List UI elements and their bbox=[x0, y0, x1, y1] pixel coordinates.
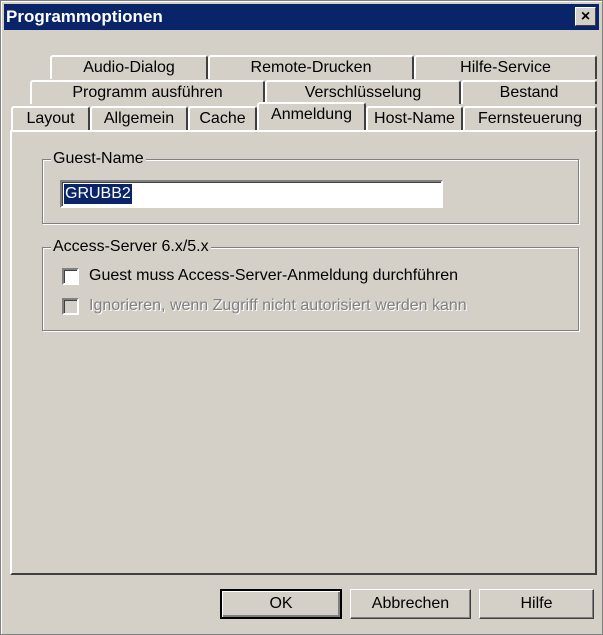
tab-audio-dialog[interactable]: Audio-Dialog bbox=[50, 55, 208, 79]
tab-label: Host-Name bbox=[374, 110, 455, 127]
ignore-unauthorized-checkbox-row: Ignorieren, wenn Zugriff nicht autorisie… bbox=[62, 297, 467, 315]
tab-label: Layout bbox=[26, 110, 75, 127]
guest-name-input[interactable]: GRUBB2 bbox=[60, 180, 443, 208]
ok-button[interactable]: OK bbox=[220, 589, 342, 619]
tab-verschluesselung[interactable]: Verschlüsselung bbox=[265, 80, 461, 104]
guest-login-checkbox[interactable] bbox=[62, 267, 79, 285]
tab-label: Audio-Dialog bbox=[83, 59, 175, 76]
cancel-button[interactable]: Abbrechen bbox=[350, 589, 471, 619]
ok-button-label: OK bbox=[269, 595, 293, 612]
guest-name-group: Guest-Name GRUBB2 bbox=[42, 149, 579, 224]
tab-label: Bestand bbox=[499, 84, 559, 101]
guest-name-value: GRUBB2 bbox=[64, 184, 132, 204]
tab-bestand[interactable]: Bestand bbox=[461, 80, 597, 104]
help-button-label: Hilfe bbox=[520, 595, 553, 612]
tab-layout[interactable]: Layout bbox=[11, 106, 90, 130]
tab-label: Anmeldung bbox=[271, 106, 352, 123]
guest-name-group-label: Guest-Name bbox=[51, 149, 146, 169]
tab-allgemein[interactable]: Allgemein bbox=[90, 106, 188, 130]
tab-remote-drucken[interactable]: Remote-Drucken bbox=[208, 55, 414, 79]
tab-label: Allgemein bbox=[103, 110, 175, 127]
close-button[interactable]: × bbox=[575, 7, 596, 26]
tab-label: Verschlüsselung bbox=[304, 84, 422, 101]
tab-anmeldung[interactable]: Anmeldung bbox=[257, 102, 366, 130]
guest-login-checkbox-row[interactable]: Guest muss Access-Server-Anmeldung durch… bbox=[62, 267, 458, 285]
ignore-unauthorized-checkbox bbox=[62, 297, 79, 315]
access-server-group-label: Access-Server 6.x/5.x bbox=[51, 237, 211, 257]
tab-label: Programm ausführen bbox=[72, 84, 223, 101]
window-title: Programmoptionen bbox=[6, 7, 163, 26]
access-server-group: Access-Server 6.x/5.x Guest muss Access-… bbox=[42, 237, 579, 331]
ignore-unauthorized-checkbox-label: Ignorieren, wenn Zugriff nicht autorisie… bbox=[89, 297, 467, 314]
close-icon: × bbox=[580, 7, 591, 25]
title-bar[interactable]: Programmoptionen × bbox=[4, 4, 599, 30]
tab-cache[interactable]: Cache bbox=[188, 106, 257, 130]
cancel-button-label: Abbrechen bbox=[371, 595, 450, 612]
guest-login-checkbox-label: Guest muss Access-Server-Anmeldung durch… bbox=[89, 267, 459, 284]
tab-label: Hilfe-Service bbox=[460, 59, 551, 76]
tab-programm-ausfuehren[interactable]: Programm ausführen bbox=[30, 80, 265, 104]
help-button[interactable]: Hilfe bbox=[479, 589, 594, 619]
tab-host-name[interactable]: Host-Name bbox=[366, 106, 463, 130]
options-dialog: Programmoptionen × Audio-Dialog Remote-D… bbox=[0, 0, 603, 635]
tab-label: Fernsteuerung bbox=[477, 110, 583, 127]
tab-label: Cache bbox=[199, 110, 246, 127]
tab-panel-anmeldung: Guest-Name GRUBB2 Access-Server 6.x/5.x … bbox=[10, 130, 597, 575]
tab-hilfe-service[interactable]: Hilfe-Service bbox=[414, 55, 597, 79]
tab-label: Remote-Drucken bbox=[250, 59, 372, 76]
tab-fernsteuerung[interactable]: Fernsteuerung bbox=[463, 106, 597, 130]
